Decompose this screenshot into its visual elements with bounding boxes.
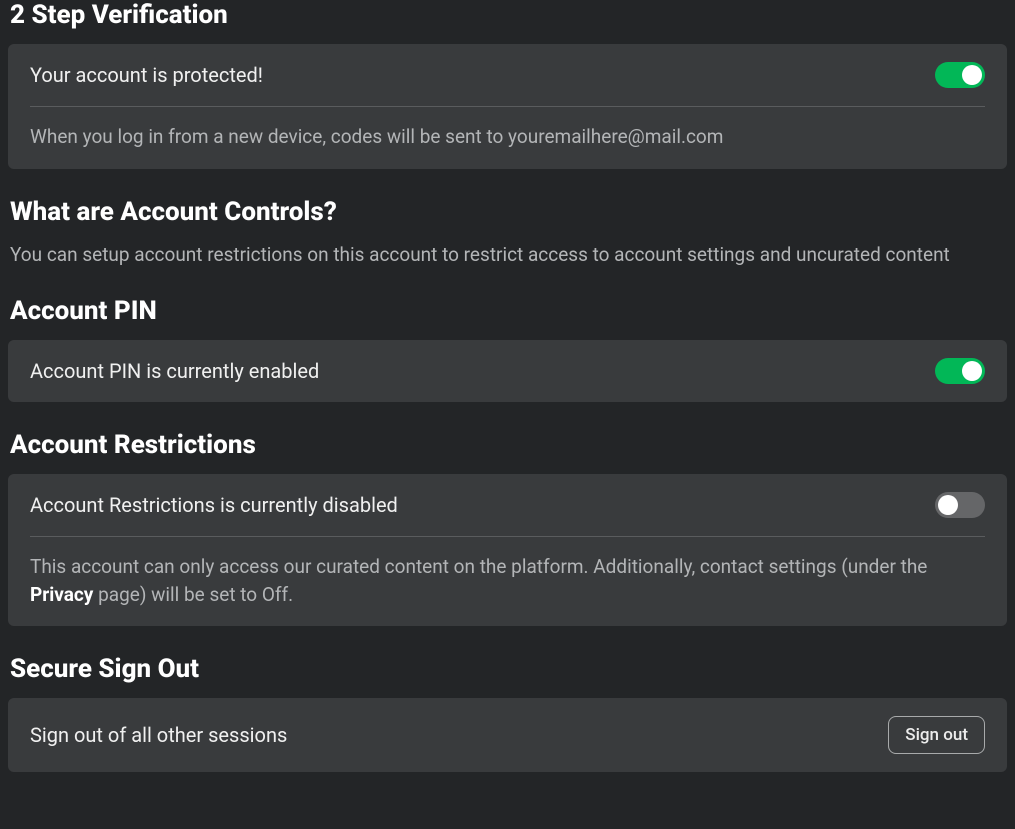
- card-account-pin: Account PIN is currently enabled: [8, 340, 1007, 402]
- two-step-status-text: Your account is protected!: [30, 63, 263, 87]
- account-restrictions-status-text: Account Restrictions is currently disabl…: [30, 493, 398, 517]
- two-step-description: When you log in from a new device, codes…: [30, 123, 985, 151]
- divider: [30, 106, 985, 107]
- account-restrictions-description: This account can only access our curated…: [30, 553, 985, 608]
- two-step-toggle[interactable]: [935, 62, 985, 88]
- card-account-restrictions: Account Restrictions is currently disabl…: [8, 474, 1007, 626]
- account-controls-description: You can setup account restrictions on th…: [8, 241, 1007, 269]
- account-restrictions-toggle[interactable]: [935, 492, 985, 518]
- heading-two-step-verification: 2 Step Verification: [8, 0, 1007, 30]
- sign-out-button[interactable]: Sign out: [888, 716, 985, 754]
- account-pin-status-text: Account PIN is currently enabled: [30, 359, 319, 383]
- account-restrictions-description-suffix: page) will be set to Off.: [93, 583, 293, 606]
- toggle-knob-icon: [962, 361, 982, 381]
- card-two-step-verification: Your account is protected! When you log …: [8, 44, 1007, 169]
- card-secure-sign-out: Sign out of all other sessions Sign out: [8, 698, 1007, 772]
- privacy-link[interactable]: Privacy: [30, 583, 93, 606]
- account-pin-toggle[interactable]: [935, 358, 985, 384]
- toggle-knob-icon: [962, 65, 982, 85]
- divider: [30, 536, 985, 537]
- heading-account-pin: Account PIN: [8, 296, 1007, 326]
- account-restrictions-description-prefix: This account can only access our curated…: [30, 555, 927, 578]
- heading-secure-sign-out: Secure Sign Out: [8, 654, 1007, 684]
- secure-sign-out-text: Sign out of all other sessions: [30, 723, 287, 747]
- toggle-knob-icon: [938, 495, 958, 515]
- heading-account-restrictions: Account Restrictions: [8, 430, 1007, 460]
- heading-account-controls: What are Account Controls?: [8, 197, 1007, 227]
